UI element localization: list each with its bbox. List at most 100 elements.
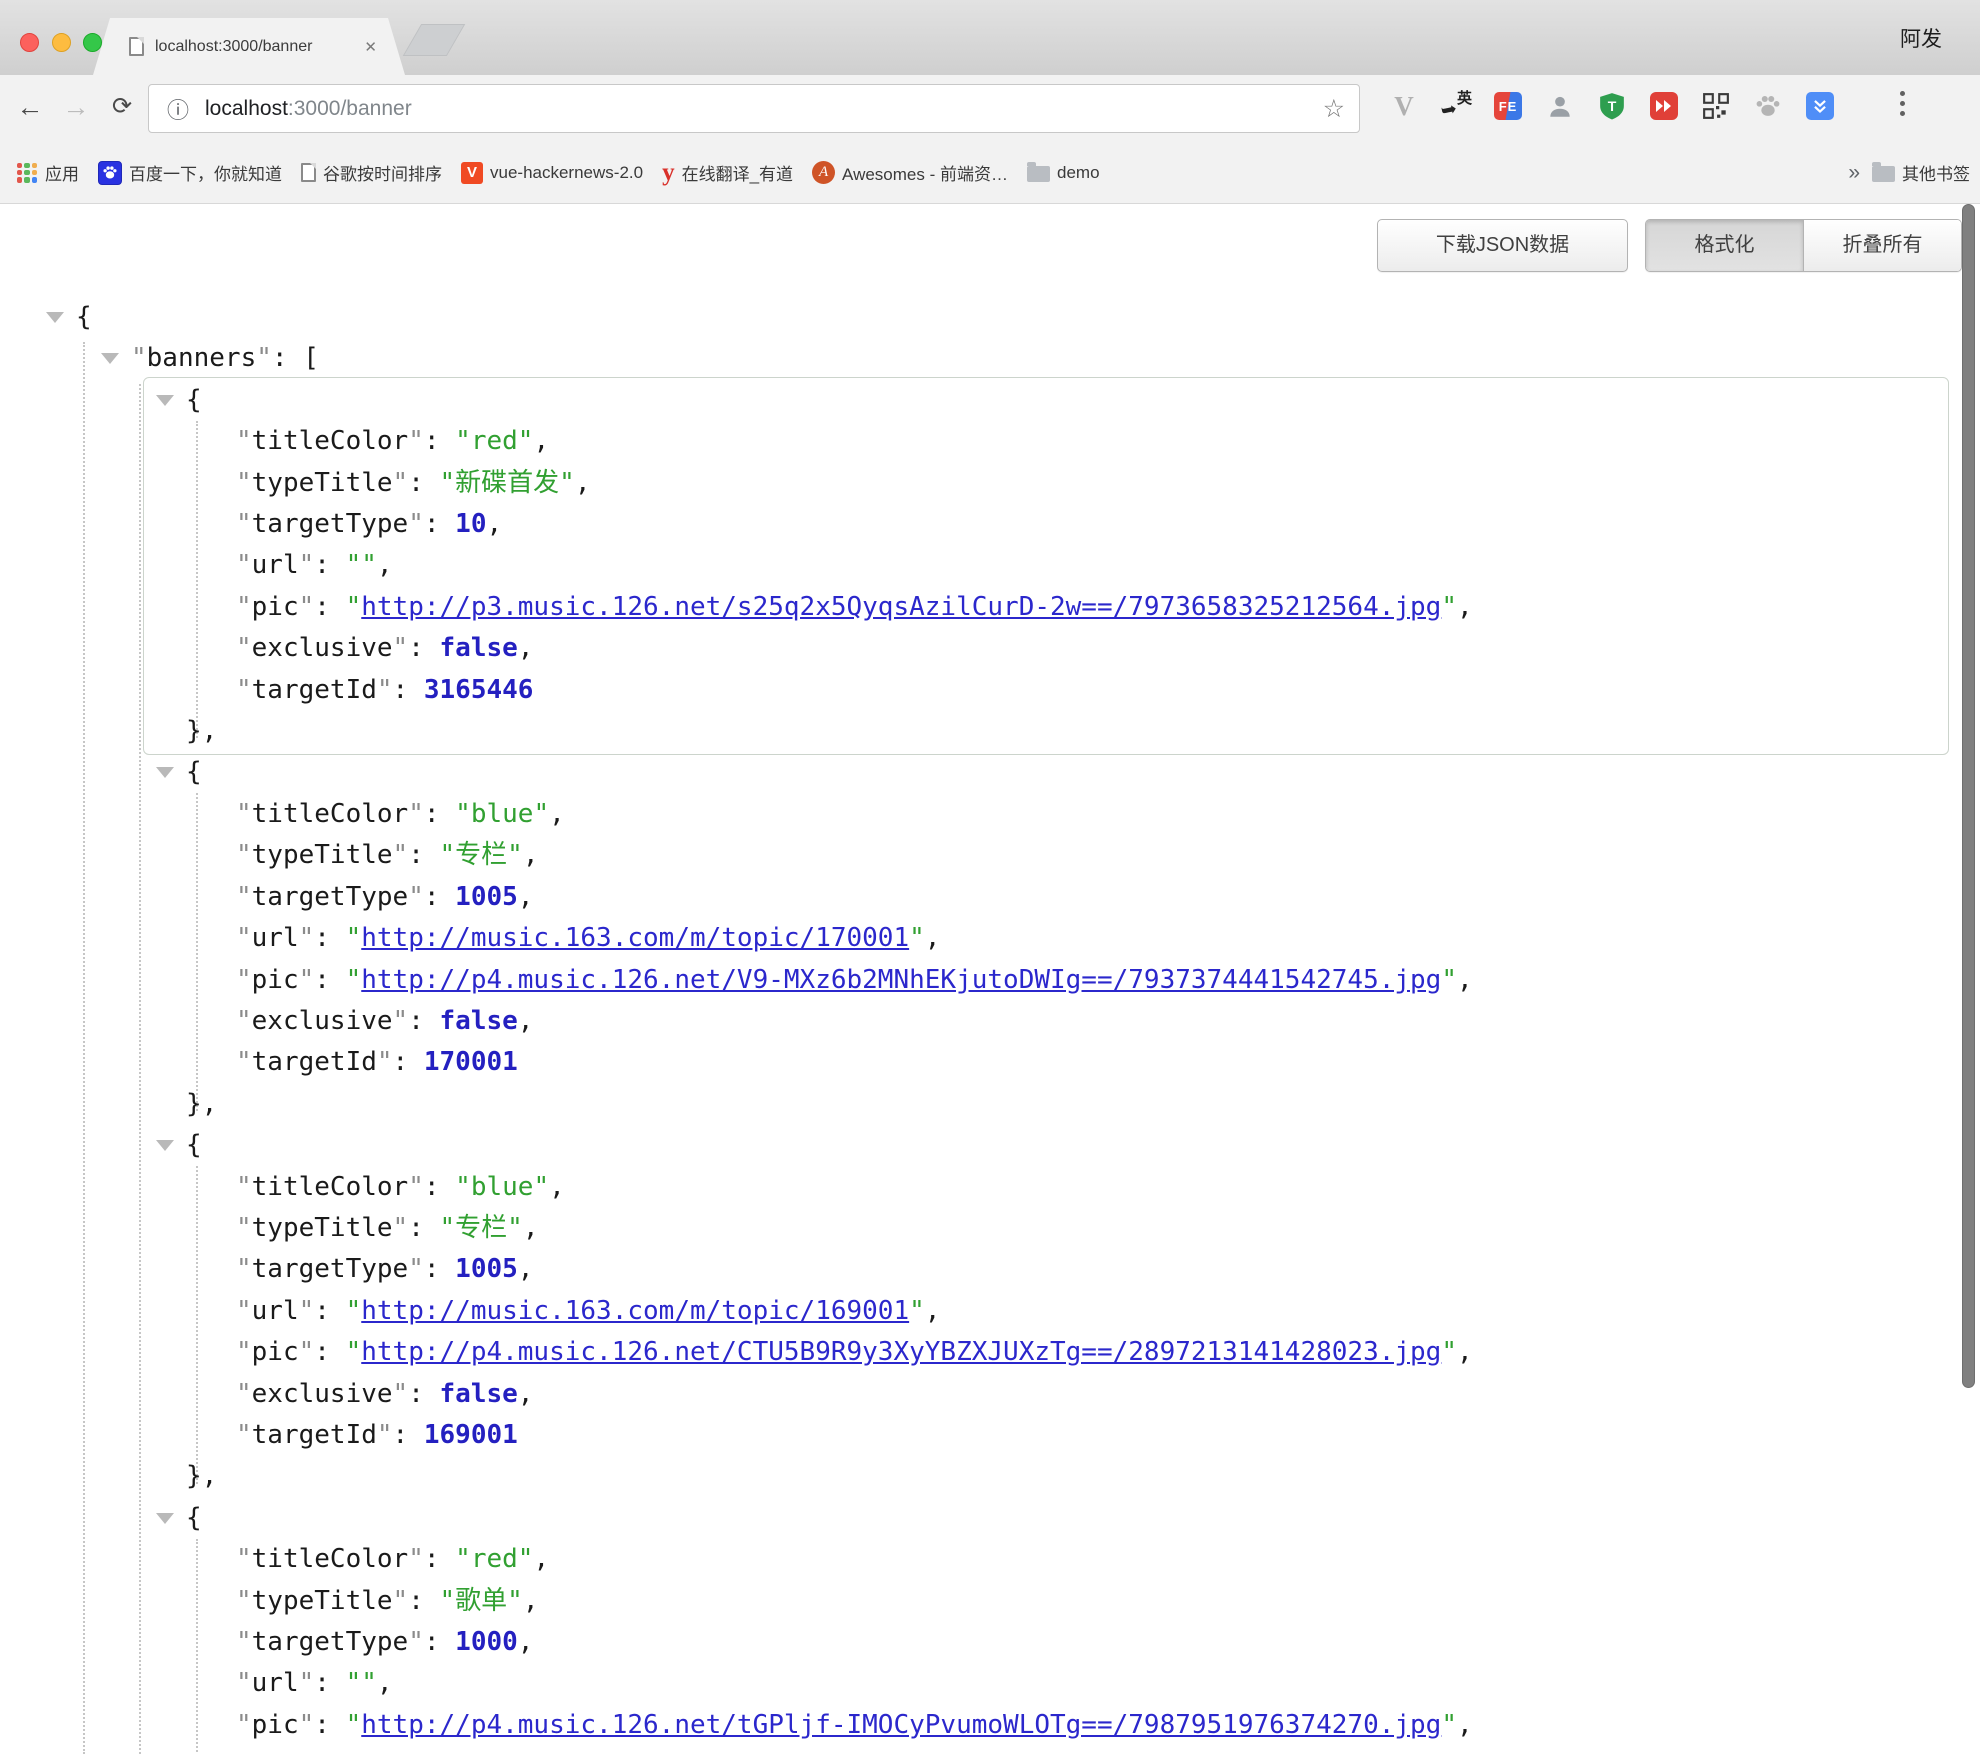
json-token: " [408, 426, 424, 456]
back-button[interactable]: ← [10, 87, 50, 127]
url-text[interactable]: localhost:3000/banner [205, 97, 1313, 121]
banner-item-1: {"titleColor": "red","typeTitle": "新碟首发"… [0, 380, 1980, 753]
json-link[interactable]: http://p4.music.126.net/CTU5B9R9y3XyYBZX… [361, 1337, 1441, 1367]
fe-helper-extension-icon[interactable]: FE [1492, 88, 1524, 124]
json-key: targetType [252, 1627, 409, 1657]
json-link[interactable]: http://p4.music.126.net/V9-MXz6b2MNhEKju… [361, 965, 1441, 995]
address-bar[interactable]: ⓘ localhost:3000/banner ☆ [148, 84, 1360, 133]
json-token: , [533, 1544, 549, 1574]
collapse-toggle-icon[interactable] [156, 395, 174, 406]
json-token: " [236, 675, 252, 705]
bookmark-google-sort[interactable]: 谷歌按时间排序 [301, 160, 442, 185]
tab-title: localhost:3000/banner [155, 38, 356, 56]
json-link[interactable]: http://p4.music.126.net/tGPljf-IMOCyPvum… [361, 1710, 1441, 1740]
json-prop-line: "typeTitle": "专栏", [0, 835, 1980, 876]
json-token: " [408, 882, 424, 912]
json-prop-line: "pic": "http://p4.music.126.net/tGPljf-I… [0, 1705, 1980, 1746]
json-token: " [346, 965, 362, 995]
video-speed-extension-icon[interactable] [1648, 88, 1680, 124]
json-value-string: "新碟首发" [440, 468, 575, 498]
other-bookmarks[interactable]: 其他书签 [1872, 160, 1970, 185]
new-tab-button[interactable] [403, 24, 465, 56]
json-key: url [252, 1296, 299, 1326]
json-token: " [236, 1420, 252, 1450]
bookmark-baidu[interactable]: 百度一下，你就知道 [98, 160, 282, 185]
collapse-toggle-icon[interactable] [46, 312, 64, 323]
collapse-toggle-icon[interactable] [156, 767, 174, 778]
banner-item-4: {"titleColor": "red","typeTitle": "歌单","… [0, 1498, 1980, 1754]
json-token: " [299, 965, 315, 995]
vue-devtools-extension-icon[interactable]: V [1388, 88, 1420, 124]
json-prop-line: "targetId": 3165446 [0, 670, 1980, 711]
bookmarks-overflow-icon[interactable]: » [1848, 161, 1860, 185]
page-info-icon[interactable]: ⓘ [167, 93, 189, 125]
json-token: " [236, 550, 252, 580]
json-key: pic [252, 965, 299, 995]
json-link[interactable]: http://music.163.com/m/topic/170001 [361, 923, 909, 953]
json-token: , [1457, 1710, 1473, 1740]
bookmark-youdao[interactable]: y 在线翻译_有道 [662, 160, 793, 185]
json-key: url [252, 550, 299, 580]
json-token: " [377, 1420, 393, 1450]
json-key: targetId [252, 1420, 377, 1450]
json-token: " [393, 468, 409, 498]
person-extension-icon[interactable] [1544, 88, 1576, 124]
json-prop-line: "typeTitle": "新碟首发", [0, 463, 1980, 504]
json-token: " [299, 1668, 315, 1698]
json-prop-line: "url": "http://music.163.com/m/topic/169… [0, 1291, 1980, 1332]
forward-button: → [56, 87, 96, 127]
shield-extension-icon[interactable]: T [1596, 88, 1628, 124]
json-token: " [377, 675, 393, 705]
bookmark-awesomes[interactable]: A Awesomes - 前端资… [812, 160, 1008, 185]
bookmark-demo-folder[interactable]: demo [1027, 163, 1100, 183]
json-token: " [346, 1710, 362, 1740]
bookmark-apps[interactable]: 应用 [16, 160, 79, 185]
json-link[interactable]: http://music.163.com/m/topic/169001 [361, 1296, 909, 1326]
json-token: , [1457, 1337, 1473, 1367]
collapse-all-button[interactable]: 折叠所有 [1803, 220, 1961, 271]
json-token: , [518, 1627, 534, 1657]
json-token: , [925, 923, 941, 953]
browser-menu-icon[interactable] [1900, 91, 1906, 121]
bookmark-vue-hackernews[interactable]: V vue-hackernews-2.0 [461, 162, 643, 184]
json-token: , [523, 840, 539, 870]
json-token: : [408, 468, 439, 498]
json-key: typeTitle [252, 1213, 393, 1243]
json-prop-line: "titleColor": "red", [0, 1539, 1980, 1580]
json-token: : [424, 799, 455, 829]
collapse-toggle-icon[interactable] [156, 1513, 174, 1524]
translate-extension-icon[interactable]: 英 ➥ [1440, 88, 1472, 124]
bookmark-star-icon[interactable]: ☆ [1323, 94, 1345, 124]
browser-tab[interactable]: localhost:3000/banner ✕ [93, 18, 405, 75]
format-button[interactable]: 格式化 [1646, 220, 1803, 271]
json-token: : [314, 1296, 345, 1326]
profile-name[interactable]: 阿发 [1900, 23, 1942, 53]
window-minimize-button[interactable] [52, 33, 71, 52]
json-token: : [424, 426, 455, 456]
window-close-button[interactable] [20, 33, 39, 52]
json-prop-line: "url": "", [0, 1663, 1980, 1704]
json-token: : [393, 1420, 424, 1450]
json-link[interactable]: http://p3.music.126.net/s25q2x5QyqsAzilC… [361, 592, 1441, 622]
window-zoom-button[interactable] [83, 33, 102, 52]
qr-code-icon [1702, 92, 1730, 120]
reload-button[interactable]: ⟳ [102, 87, 142, 127]
double-chevron-extension-icon[interactable] [1804, 88, 1836, 124]
json-token: { [186, 385, 202, 415]
json-key: exclusive [252, 1379, 393, 1409]
qr-code-extension-icon[interactable] [1700, 88, 1732, 124]
paw-extension-icon[interactable] [1752, 88, 1784, 124]
collapse-toggle-icon[interactable] [101, 353, 119, 364]
json-value-number: 1005 [455, 1254, 518, 1284]
json-key: targetType [252, 509, 409, 539]
tab-close-icon[interactable]: ✕ [364, 38, 377, 56]
json-token: " [236, 1627, 252, 1657]
json-token: " [236, 1337, 252, 1367]
banner-item-3: {"titleColor": "blue","typeTitle": "专栏",… [0, 1125, 1980, 1498]
collapse-toggle-icon[interactable] [156, 1140, 174, 1151]
json-token: , [518, 1379, 534, 1409]
json-token: " [299, 923, 315, 953]
download-json-button[interactable]: 下载JSON数据 [1377, 219, 1628, 272]
json-prop-line: "exclusive": false, [0, 1746, 1980, 1754]
json-prop-line: "targetType": 10, [0, 504, 1980, 545]
